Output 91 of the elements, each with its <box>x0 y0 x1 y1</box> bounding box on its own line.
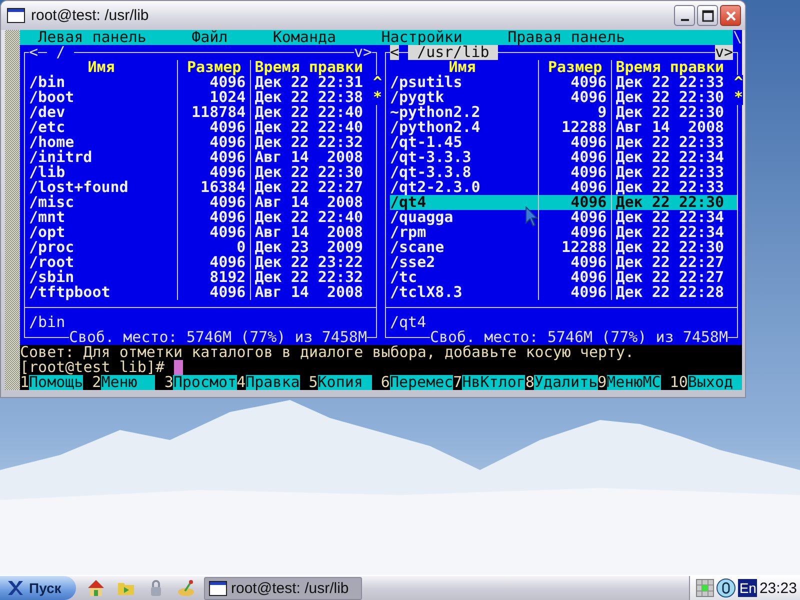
function-key-button[interactable]: Копия <box>318 375 372 390</box>
function-key-button[interactable]: Меню <box>101 375 156 390</box>
language-indicator[interactable]: En <box>738 579 758 597</box>
current-file-path: /bin <box>29 315 66 330</box>
file-row[interactable]: /tclX8.3 4096 Дек 22 22:28 <box>390 285 737 300</box>
start-button[interactable]: Пуск <box>0 576 76 600</box>
menu-item[interactable]: Левая панель <box>38 28 146 46</box>
shell-prompt: [root@test lib]# <box>20 360 164 375</box>
function-key-button[interactable]: Удалить <box>534 375 598 390</box>
function-key-button[interactable]: Помощь <box>29 375 84 390</box>
file-row[interactable]: /lib 4096 Дек 22 22:30 <box>29 165 376 180</box>
column-header: Размер <box>547 60 602 75</box>
function-key-button[interactable]: Просмот <box>173 375 237 390</box>
function-key-button[interactable]: МенюМС <box>606 375 661 390</box>
menu-item[interactable]: Настройки <box>381 28 462 46</box>
function-key-number: 2 <box>92 375 102 390</box>
file-row[interactable]: /scane 12288 Дек 22 22:30 <box>390 240 737 255</box>
close-button[interactable] <box>720 5 741 26</box>
scroll-mark: ^ <box>734 75 743 90</box>
minimize-icon <box>680 18 688 20</box>
file-row[interactable]: /etc 4096 Дек 22 22:40 <box>29 120 376 135</box>
hint-text: Совет: Для отметки каталогов в диалоге выбора, добавьте косую черту. <box>20 345 634 360</box>
file-row[interactable]: ~python2.2 9 Дек 22 22:30 <box>390 105 737 120</box>
file-row[interactable]: /qt4 4096 Дек 22 22:30 <box>390 195 737 210</box>
menu-item[interactable]: Правая панель <box>508 28 626 46</box>
file-row[interactable]: /sbin 8192 Дек 22 22:32 <box>29 270 376 285</box>
file-row[interactable]: /qt-1.45 4096 Дек 22 22:33 <box>390 135 737 150</box>
function-key-number: 5 <box>308 375 318 390</box>
file-row[interactable]: /root 4096 Дек 22 23:22 <box>29 255 376 270</box>
function-key-button[interactable]: Перемес <box>390 375 454 390</box>
file-row[interactable]: /python2.4 12288 Авг 14 2008 <box>390 120 737 135</box>
file-row[interactable]: /initrd 4096 Авг 14 2008 <box>29 150 376 165</box>
free-space-text: Своб. место: 5746M (77%) из 7458M <box>430 330 728 345</box>
terminal-icon <box>209 580 227 596</box>
minimize-button[interactable] <box>674 5 695 26</box>
scroll-mark: * <box>734 90 743 105</box>
file-row[interactable]: /qt2-2.3.0 4096 Дек 22 22:33 <box>390 180 737 195</box>
function-key-button[interactable]: Выход <box>688 375 742 390</box>
terminal-icon <box>7 8 25 23</box>
function-key-button[interactable]: Правка <box>246 375 300 390</box>
column-header: Имя <box>448 60 476 75</box>
file-row[interactable]: /tftpboot 4096 Авг 14 2008 <box>29 285 376 300</box>
x-logo-icon <box>6 580 24 596</box>
text-cursor <box>174 360 183 375</box>
free-space-text: Своб. место: 5746M (77%) из 7458M <box>68 330 367 345</box>
file-row[interactable]: /opt 4096 Авг 14 2008 <box>29 225 376 240</box>
function-key-button[interactable]: НвКтлог <box>462 375 526 390</box>
maximize-button[interactable] <box>697 5 718 26</box>
column-header: Размер <box>186 60 242 75</box>
function-key-number: 10 <box>670 375 688 390</box>
file-row[interactable]: /mnt 4096 Дек 22 22:40 <box>29 210 376 225</box>
file-row[interactable]: /proc 0 Дек 23 2009 <box>29 240 376 255</box>
circle-icon[interactable] <box>716 578 736 598</box>
file-row[interactable]: /lost+found 16384 Дек 22 22:27 <box>29 180 376 195</box>
close-icon <box>724 10 736 22</box>
maximize-icon <box>702 10 714 22</box>
tool-icon[interactable] <box>176 578 196 598</box>
function-key-number: 9 <box>598 375 607 390</box>
function-key-number: 3 <box>164 375 174 390</box>
clock: 23:23 <box>759 580 797 596</box>
panel-menu-button[interactable]: v> <box>714 45 733 60</box>
house-icon[interactable] <box>86 578 106 598</box>
file-row[interactable]: /rpm 4096 Дек 22 22:34 <box>390 225 737 240</box>
function-key-number: 7 <box>453 375 462 390</box>
file-row[interactable]: /home 4096 Дек 22 22:32 <box>29 135 376 150</box>
function-key-number: 8 <box>525 375 534 390</box>
function-key-number: 4 <box>236 375 246 390</box>
mouse-pointer-icon <box>525 206 539 228</box>
history-back-button[interactable]: < <box>390 45 400 60</box>
file-row[interactable]: /misc 4096 Авг 14 2008 <box>29 195 376 210</box>
file-row[interactable]: /tc 4096 Дек 22 22:27 <box>390 270 737 285</box>
menu-item[interactable]: Команда <box>272 28 336 46</box>
column-header: Имя <box>86 60 116 75</box>
current-file-path: /qt4 <box>390 315 426 330</box>
panel-path-title: / <box>47 45 74 60</box>
menu-item[interactable]: Файл <box>192 28 228 46</box>
file-row[interactable]: /sse2 4096 Дек 22 22:27 <box>390 255 737 270</box>
scroll-mark: * <box>372 90 382 105</box>
scrollbar[interactable] <box>5 30 20 390</box>
scroll-mark: ^ <box>372 75 382 90</box>
function-key-number: 1 <box>20 375 30 390</box>
window-title: root@test: /usr/lib <box>31 7 150 24</box>
function-key-number: 6 <box>380 375 390 390</box>
file-row[interactable]: /dev 118784 Дек 22 22:40 <box>29 105 376 120</box>
panel-path-title: /usr/lib <box>408 45 498 60</box>
taskbar-window-button[interactable]: root@test: /usr/lib <box>204 576 362 600</box>
column-header: Время правки <box>616 60 724 75</box>
file-row[interactable]: /quagga 4096 Дек 22 22:34 <box>390 210 737 225</box>
file-row[interactable]: /qt-3.3.8 4096 Дек 22 22:33 <box>390 165 737 180</box>
column-header: Время правки <box>254 60 364 75</box>
file-row[interactable]: /qt-3.3.3 4096 Дек 22 22:34 <box>390 150 737 165</box>
